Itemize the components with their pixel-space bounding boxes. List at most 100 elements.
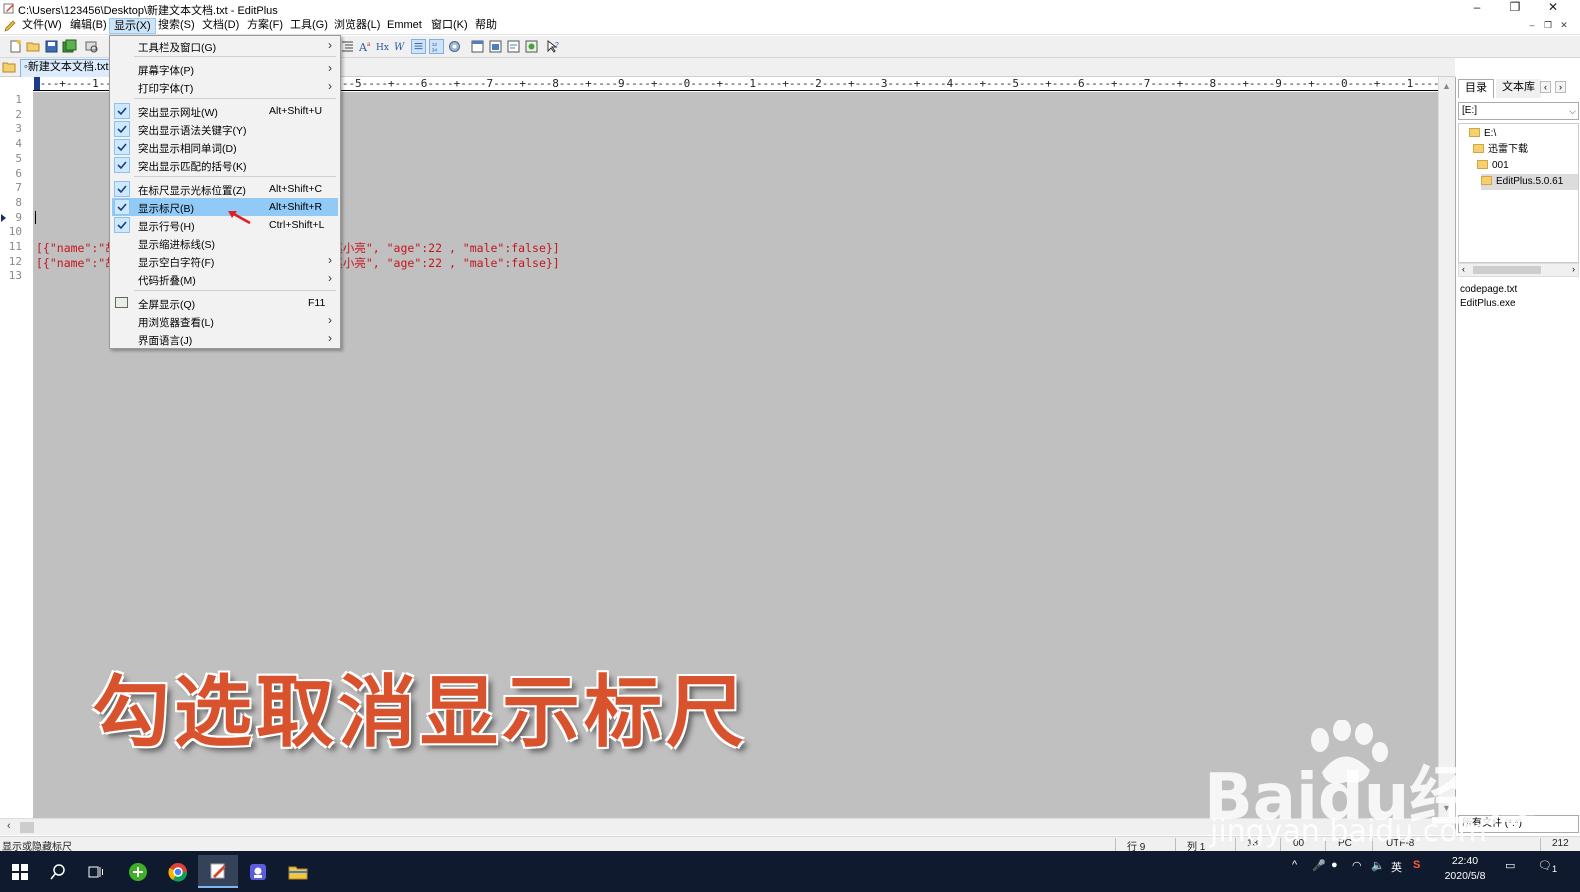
menu-edit[interactable]: 编辑(B): [66, 18, 111, 34]
menu-tools[interactable]: 工具(G): [286, 18, 332, 34]
drive-selector[interactable]: [E:] ⌵: [1458, 102, 1579, 120]
window-layout-icon[interactable]: [470, 39, 485, 54]
open-folder-icon[interactable]: [26, 39, 41, 54]
view-menu-item[interactable]: 在标尺显示光标位置(Z) Alt+Shift+C: [112, 180, 338, 198]
tree-item-editplus[interactable]: EditPlus.5.0.61: [1481, 174, 1578, 190]
view-menu-item[interactable]: 代码折叠(M) ›: [112, 270, 338, 288]
notification-count: 1: [1551, 864, 1558, 875]
view-menu-item[interactable]: 突出显示语法关键字(Y): [112, 120, 338, 138]
save-icon[interactable]: [44, 39, 59, 54]
chrome-icon[interactable]: [158, 855, 198, 888]
indent-icon[interactable]: [340, 39, 355, 54]
menu-help[interactable]: 帮助: [471, 18, 501, 34]
baidu-jingyan-watermark: Baidu经验 jingyan.baidu.com: [1200, 720, 1537, 870]
tree-item-e-drive[interactable]: E:\: [1469, 126, 1496, 142]
task-view-icon[interactable]: [76, 855, 116, 888]
app-360-icon[interactable]: [118, 855, 158, 888]
view-menu-item[interactable]: 工具栏及窗口(G) ›: [112, 37, 338, 55]
view-menu-item[interactable]: 界面语言(J) ›: [112, 330, 338, 348]
menu-view[interactable]: 显示(X): [109, 18, 156, 34]
view-menu-item[interactable]: 显示标尺(B) Alt+Shift+R: [112, 198, 338, 216]
heading-icon[interactable]: Hx: [375, 39, 390, 54]
menu-browser[interactable]: 浏览器(L): [330, 18, 384, 34]
panel-next-icon[interactable]: ›: [1555, 81, 1566, 93]
panel-prev-icon[interactable]: ‹: [1540, 81, 1551, 93]
open-folder-icon: [1481, 176, 1492, 185]
menu-item-label: 显示缩进标线(S): [138, 239, 215, 251]
line-number-toggle-icon[interactable]: 1234: [429, 39, 444, 54]
scroll-left-icon[interactable]: ‹: [1462, 264, 1465, 274]
directory-toggle-icon[interactable]: [2, 61, 16, 73]
submenu-chevron-icon: ›: [328, 38, 332, 52]
notification-center-icon[interactable]: 🗨1: [1538, 859, 1557, 874]
file-item-codepage[interactable]: codepage.txt: [1460, 284, 1517, 295]
print-preview-icon[interactable]: [84, 39, 99, 54]
tab-directory[interactable]: 目录: [1458, 79, 1494, 98]
view-menu-item[interactable]: 突出显示匹配的括号(K): [112, 156, 338, 174]
menu-document[interactable]: 文档(D): [198, 18, 243, 34]
menu-item-label: 用浏览器查看(L): [138, 317, 214, 329]
scroll-up-icon[interactable]: ▲: [1442, 81, 1451, 91]
settings-gear-icon[interactable]: [447, 39, 462, 54]
menu-item-label: 突出显示语法关键字(Y): [138, 125, 247, 137]
new-file-icon[interactable]: [8, 39, 23, 54]
output-window-icon[interactable]: [488, 39, 503, 54]
tab-new-text-document[interactable]: ◦新建文本文档.txt: [20, 59, 110, 77]
tree-horizontal-scrollbar[interactable]: ‹ ›: [1458, 263, 1579, 277]
submenu-chevron-icon: ›: [328, 331, 332, 345]
editplus-taskbar-icon[interactable]: [198, 855, 238, 888]
status-divider: [1175, 838, 1176, 851]
tree-item-thunder-downloads[interactable]: 迅雷下载: [1473, 142, 1528, 158]
svg-text:34: 34: [432, 47, 438, 53]
title-bar: C:\Users\123456\Desktop\新建文本文档.txt - Edi…: [0, 0, 1580, 17]
cliptext-icon[interactable]: [506, 39, 521, 54]
view-menu-item[interactable]: 屏幕字体(P) ›: [112, 60, 338, 78]
menu-file[interactable]: 文件(W): [18, 18, 66, 34]
help-cursor-icon[interactable]: ?: [546, 39, 561, 54]
view-menu-item[interactable]: 显示空白字符(F) ›: [112, 252, 338, 270]
scroll-left-icon[interactable]: ‹: [7, 820, 11, 832]
search-icon[interactable]: [38, 855, 78, 888]
close-button[interactable]: ✕: [1534, 0, 1572, 17]
show-desktop-notes-icon[interactable]: ▭: [1505, 859, 1515, 872]
line-number: 6: [15, 166, 22, 180]
minimize-button[interactable]: –: [1458, 0, 1496, 17]
browser-icon[interactable]: [524, 39, 539, 54]
mdi-restore-icon[interactable]: ❐: [1541, 19, 1555, 32]
file-explorer-icon[interactable]: [278, 855, 318, 888]
view-menu-item[interactable]: 突出显示相同单词(D): [112, 138, 338, 156]
folder-icon: [1469, 128, 1480, 137]
app-purple-icon[interactable]: [238, 855, 278, 888]
checkmark-icon: [114, 139, 130, 155]
view-menu-item[interactable]: 突出显示网址(W) Alt+Shift+U: [112, 102, 338, 120]
clock-date: 2020/5/8: [1444, 870, 1486, 882]
menu-item-label: 在标尺显示光标位置(Z): [138, 185, 246, 197]
view-menu-item[interactable]: 显示缩进标线(S): [112, 234, 338, 252]
menu-separator: [134, 98, 336, 99]
menu-search[interactable]: 搜索(S): [154, 18, 199, 34]
restore-button[interactable]: ❐: [1496, 0, 1534, 17]
menu-project[interactable]: 方案(F): [243, 18, 287, 34]
tree-scroll-thumb[interactable]: [1473, 266, 1541, 274]
view-menu-item[interactable]: 全屏显示(Q) F11: [112, 294, 338, 312]
tab-cliptext[interactable]: 文本库: [1496, 79, 1541, 98]
view-menu-item[interactable]: 显示行号(H) Ctrl+Shift+L: [112, 216, 338, 234]
vertical-scrollbar[interactable]: ▲ ▼: [1438, 77, 1455, 818]
view-menu-item[interactable]: 打印字体(T) ›: [112, 78, 338, 96]
horizontal-scroll-thumb[interactable]: [20, 822, 34, 833]
windows-start-icon[interactable]: [0, 855, 40, 888]
word-wrap-icon[interactable]: W: [393, 39, 408, 54]
font-icon[interactable]: Aa: [358, 39, 373, 54]
menu-emmet[interactable]: Emmet: [383, 18, 426, 34]
mdi-close-icon[interactable]: ✕: [1557, 19, 1571, 32]
tab-label: 新建文本文档.txt: [27, 61, 109, 73]
menu-window[interactable]: 窗口(K): [427, 18, 472, 34]
mdi-minimize-icon[interactable]: –: [1525, 19, 1539, 32]
ruler-toggle-icon[interactable]: [411, 39, 426, 54]
scroll-right-icon[interactable]: ›: [1572, 264, 1575, 274]
tree-item-001[interactable]: 001: [1477, 158, 1509, 174]
view-menu-item[interactable]: 用浏览器查看(L) ›: [112, 312, 338, 330]
file-item-editplus-exe[interactable]: EditPlus.exe: [1460, 298, 1516, 309]
chevron-down-icon: ⌵: [1569, 106, 1576, 116]
save-all-icon[interactable]: [62, 39, 77, 54]
